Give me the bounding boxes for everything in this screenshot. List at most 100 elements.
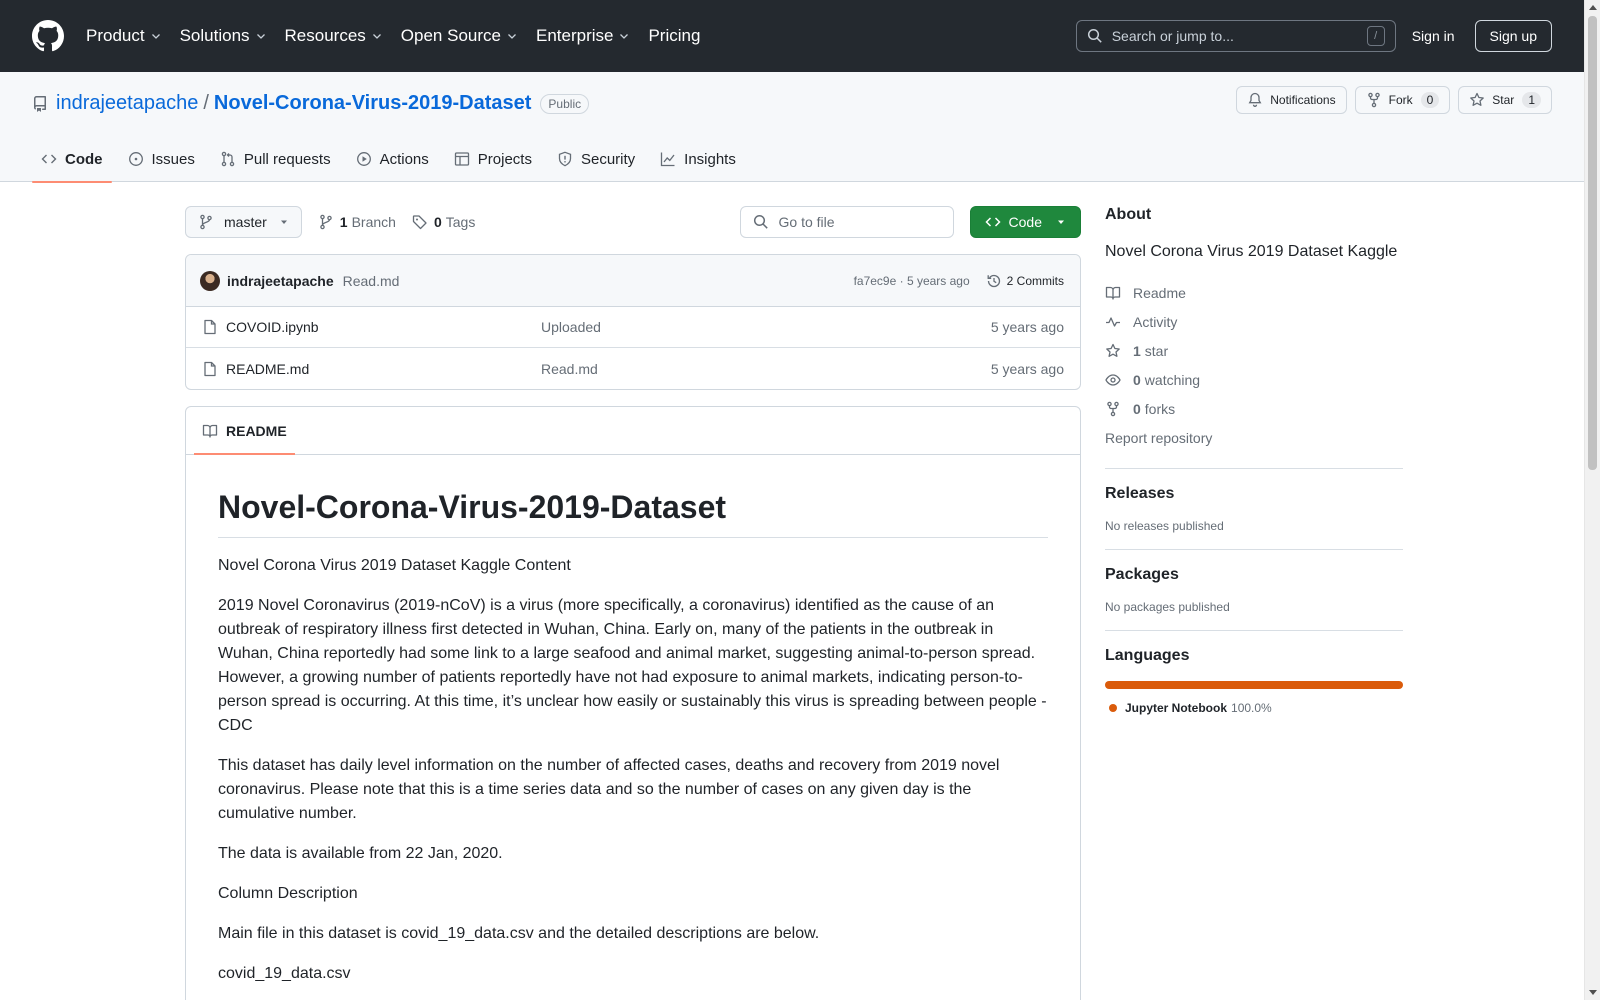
file-commit-message[interactable]: Uploaded: [541, 319, 991, 335]
eye-icon: [1105, 373, 1121, 386]
nav-pricing[interactable]: Pricing: [648, 26, 700, 46]
tab-projects[interactable]: Projects: [445, 136, 541, 182]
star-icon: [1470, 92, 1485, 106]
readme-panel: README Novel-Corona-Virus-2019-Dataset N…: [185, 406, 1081, 1000]
releases-title[interactable]: Releases: [1105, 485, 1403, 503]
tags-link[interactable]: 0 Tags: [412, 214, 475, 230]
tab-code[interactable]: Code: [32, 136, 112, 183]
tab-label: Issues: [151, 150, 195, 168]
github-logo-icon[interactable]: [32, 20, 64, 52]
sign-up-button[interactable]: Sign up: [1474, 20, 1552, 52]
branch-icon: [200, 214, 212, 230]
top-nav: Product Solutions Resources Open Source …: [86, 26, 718, 46]
nav-solutions[interactable]: Solutions: [180, 26, 267, 46]
branches-link[interactable]: 1 Branch: [318, 214, 396, 230]
issue-icon: [128, 152, 143, 166]
table-row: README.md Read.md 5 years ago: [186, 348, 1080, 389]
packages-empty-text: No packages published: [1105, 600, 1230, 614]
fork-button[interactable]: Fork 0: [1354, 86, 1451, 114]
scrollbar-thumb[interactable]: [1588, 16, 1597, 470]
chevron-down-icon: [256, 34, 265, 39]
chevron-down-icon: [151, 34, 160, 39]
readme-tab[interactable]: README: [194, 407, 295, 455]
file-name: COVOID.ipynb: [226, 319, 319, 335]
search-input[interactable]: Search or jump to... /: [1075, 20, 1396, 52]
nav-product[interactable]: Product: [86, 26, 162, 46]
tab-insights[interactable]: Insights: [651, 136, 745, 182]
tab-label: Insights: [684, 150, 736, 168]
readme-paragraph: 2019 Novel Coronavirus (2019-nCoV) is a …: [218, 597, 1047, 734]
nav-open-source[interactable]: Open Source: [401, 26, 518, 46]
search-icon: [753, 214, 768, 229]
divider: [1105, 549, 1403, 550]
commit-hash-time[interactable]: fa7ec9e · 5 years ago: [854, 274, 970, 288]
header-right: Search or jump to... / Sign in Sign up: [1075, 20, 1552, 52]
readme-title: Novel-Corona-Virus-2019-Dataset: [218, 487, 1048, 538]
avatar[interactable]: [200, 270, 220, 291]
nav-resources[interactable]: Resources: [285, 26, 383, 46]
file-age: 5 years ago: [990, 319, 1064, 335]
notifications-button[interactable]: Notifications: [1236, 86, 1347, 114]
commit-author-link[interactable]: indrajeetapache: [227, 273, 334, 289]
graph-icon: [661, 152, 675, 167]
file-navigation: master 1 Branch 0 Tags Go to file Code: [185, 206, 1081, 238]
tab-security[interactable]: Security: [548, 136, 644, 182]
tab-label: Security: [580, 150, 636, 168]
main-content: master 1 Branch 0 Tags Go to file Code i…: [185, 206, 1081, 1000]
tag-label: Tags: [445, 214, 476, 230]
readme-link[interactable]: Readme: [1105, 278, 1403, 307]
tab-issues[interactable]: Issues: [119, 136, 204, 182]
readme-paragraph: The data is available from 22 Jan, 2020.: [218, 845, 503, 862]
forks-count: 0: [1133, 400, 1141, 417]
branch-selector[interactable]: master: [185, 206, 302, 238]
readme-paragraph: Column Description: [218, 885, 358, 902]
file-age: 5 years ago: [990, 360, 1064, 377]
table-row: COVOID.ipynb Uploaded 5 years ago: [186, 307, 1080, 348]
activity-link[interactable]: Activity: [1105, 307, 1403, 336]
languages-title: Languages: [1105, 647, 1190, 664]
branch-count: 1: [339, 214, 348, 230]
nav-label: Product: [86, 26, 145, 45]
pull-request-icon: [221, 151, 235, 167]
code-icon: [41, 154, 57, 164]
commit-message-link[interactable]: Read.md: [343, 273, 400, 289]
scroll-up-arrow[interactable]: [1589, 5, 1597, 10]
code-dropdown-button[interactable]: Code: [969, 206, 1081, 238]
forks-link[interactable]: 0 forks: [1105, 394, 1403, 423]
chevron-down-icon: [372, 34, 381, 39]
file-link[interactable]: COVOID.ipynb: [202, 319, 541, 335]
language-item[interactable]: Jupyter Notebook 100.0%: [1105, 701, 1403, 715]
watching-label: watching: [1144, 371, 1201, 388]
watching-count: 0: [1133, 371, 1141, 388]
nav-enterprise[interactable]: Enterprise: [536, 26, 630, 46]
about-title: About: [1105, 206, 1152, 223]
scroll-down-arrow[interactable]: [1589, 990, 1597, 995]
readme-header: README: [186, 407, 1080, 455]
file-commit-message[interactable]: Read.md: [541, 361, 991, 377]
file-link[interactable]: README.md: [202, 361, 541, 377]
forks-label: forks: [1144, 400, 1176, 417]
star-button[interactable]: Star 1: [1458, 86, 1552, 114]
tab-actions[interactable]: Actions: [347, 136, 438, 182]
sign-in-link[interactable]: Sign in: [1412, 28, 1455, 44]
repo-owner-link[interactable]: indrajeetapache: [56, 92, 198, 115]
readme-paragraph: covid_19_data.csv: [218, 965, 351, 982]
tab-pull-requests[interactable]: Pull requests: [211, 136, 340, 182]
page-scrollbar[interactable]: [1584, 0, 1600, 1000]
table-icon: [454, 152, 469, 166]
tab-label: Code: [65, 150, 103, 168]
bell-icon: [1248, 92, 1262, 107]
about-description: Novel Corona Virus 2019 Dataset Kaggle: [1105, 243, 1398, 260]
repo-name-link[interactable]: Novel-Corona-Virus-2019-Dataset: [214, 92, 532, 115]
watching-link[interactable]: 0 watching: [1105, 365, 1403, 394]
repo-path-separator: /: [203, 92, 209, 114]
repo-actions: Notifications Fork 0 Star 1: [1228, 86, 1552, 114]
commits-history-link[interactable]: 2 Commits: [986, 273, 1064, 289]
stars-count: 1: [1133, 342, 1141, 359]
branch-icon: [320, 214, 332, 230]
go-to-file-input[interactable]: Go to file: [739, 206, 954, 238]
branch-label: Branch: [351, 214, 396, 230]
stars-link[interactable]: 1 star: [1105, 336, 1403, 365]
report-repository-link[interactable]: Report repository: [1105, 423, 1403, 452]
packages-title[interactable]: Packages: [1105, 566, 1403, 584]
